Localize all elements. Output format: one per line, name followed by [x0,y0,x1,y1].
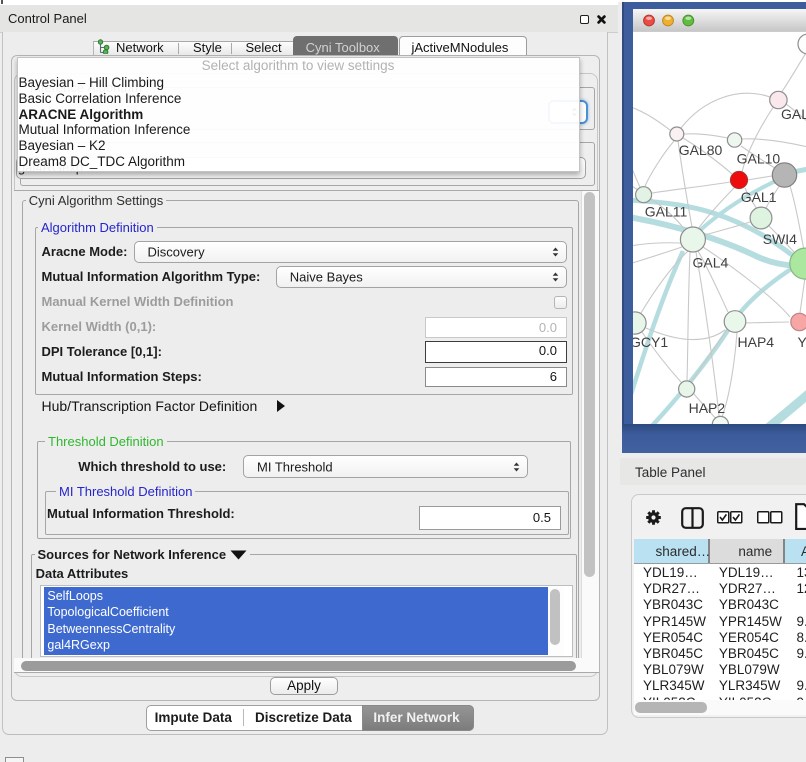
svg-text:HAP2: HAP2 [689,400,726,416]
svg-text:YPL: YPL [798,334,806,350]
svg-text:GAL1: GAL1 [741,189,777,205]
svg-text:GCY1: GCY1 [630,334,668,350]
svg-text:GAL11: GAL11 [645,204,688,220]
svg-text:GAL80: GAL80 [679,142,723,158]
svg-text:GAL7: GAL7 [781,106,806,122]
svg-text:SWI4: SWI4 [763,231,797,247]
svg-text:GAL10: GAL10 [737,151,781,167]
svg-text:HAP4: HAP4 [738,334,775,350]
svg-text:GAL4: GAL4 [693,255,729,271]
